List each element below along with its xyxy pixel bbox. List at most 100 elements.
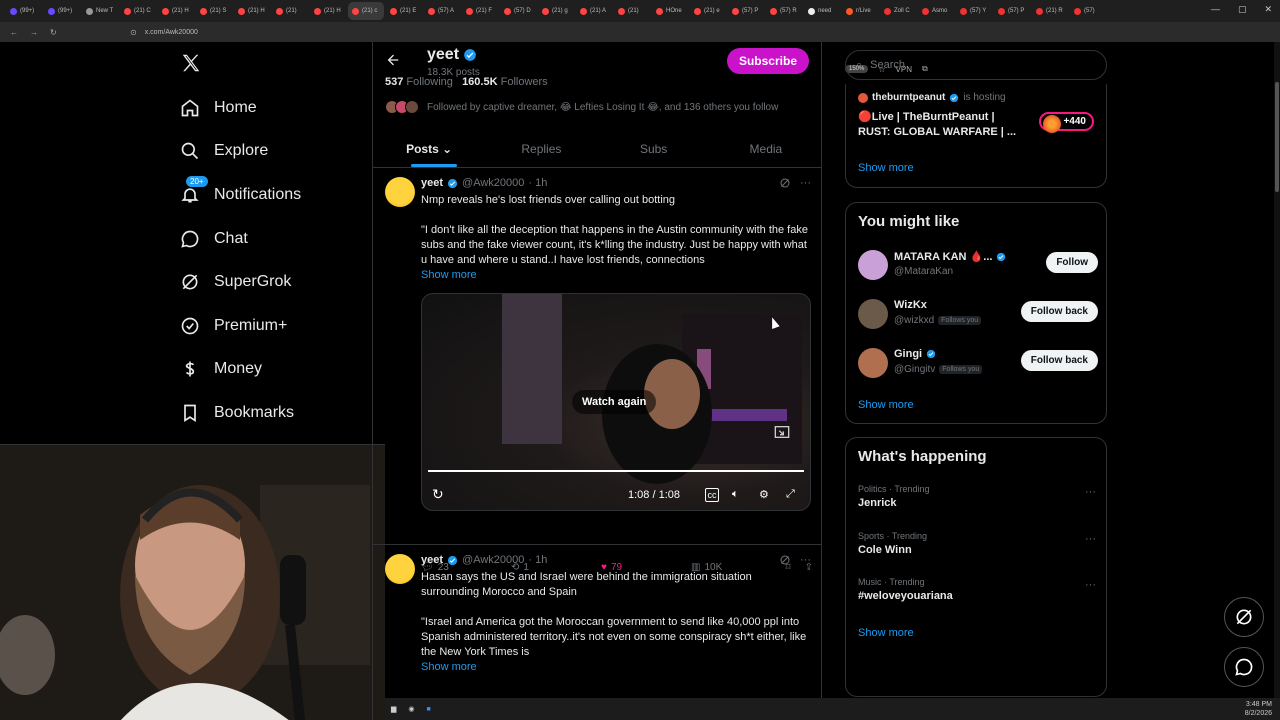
grok-fab-button[interactable] bbox=[1224, 597, 1264, 637]
avatar[interactable] bbox=[385, 554, 415, 584]
avatar[interactable] bbox=[858, 299, 888, 329]
browser-tab[interactable]: (21) E bbox=[386, 2, 422, 20]
user-name[interactable]: MATARA KAN 🩸... bbox=[894, 250, 1006, 263]
tweet-time[interactable]: · 1h bbox=[528, 554, 547, 566]
following-count[interactable]: 537 bbox=[385, 76, 403, 88]
browser-tab[interactable]: (57) A bbox=[424, 2, 460, 20]
browser-tab[interactable]: Zoll C bbox=[880, 2, 916, 20]
browser-tab[interactable]: (21) e bbox=[690, 2, 726, 20]
user-handle[interactable]: @MataraKan bbox=[894, 266, 953, 277]
avatar[interactable] bbox=[385, 177, 415, 207]
search-box[interactable]: ⌕ Search bbox=[845, 50, 1107, 80]
tweet-handle[interactable]: @Awk20000 bbox=[462, 177, 524, 189]
grok-icon[interactable] bbox=[779, 177, 791, 189]
user-handle[interactable]: @wizkxd bbox=[894, 315, 934, 326]
back-arrow-icon[interactable] bbox=[385, 52, 401, 68]
nav-item-explore[interactable]: Explore bbox=[170, 130, 301, 174]
browser-tab[interactable]: (21) A bbox=[576, 2, 612, 20]
volume-icon[interactable]: 🔈︎ bbox=[732, 488, 746, 502]
nav-item-notifications[interactable]: 20+ Notifications bbox=[170, 173, 301, 217]
follow-button[interactable]: Follow back bbox=[1020, 301, 1098, 322]
scrollbar-thumb[interactable] bbox=[1275, 82, 1279, 192]
browser-tab[interactable]: (57) P bbox=[994, 2, 1030, 20]
video-progress-bar[interactable] bbox=[428, 470, 804, 472]
browser-tab[interactable]: (21) S bbox=[196, 2, 232, 20]
reload-icon[interactable]: ↻ bbox=[50, 28, 57, 37]
browser-tab[interactable]: (21) F bbox=[462, 2, 498, 20]
browser-tab[interactable]: (57) P bbox=[728, 2, 764, 20]
tab-media[interactable]: Media bbox=[710, 132, 821, 167]
browser-tab[interactable]: Asmo bbox=[918, 2, 954, 20]
follow-button[interactable]: Follow bbox=[1046, 252, 1098, 273]
maximize-icon[interactable]: ▢ bbox=[1238, 4, 1247, 15]
close-icon[interactable]: ✕ bbox=[1264, 4, 1272, 15]
trend-item[interactable]: Politics · Trending Jenrick ··· bbox=[858, 484, 1096, 509]
settings-gear-icon[interactable]: ⚙ bbox=[759, 488, 773, 502]
show-more-link[interactable]: Show more bbox=[421, 661, 477, 673]
video-player[interactable]: Watch again ↻ 1:08 / 1:08 cc 🔈︎ ⚙ ⤢ bbox=[421, 293, 811, 511]
browser-tab[interactable]: (99+) bbox=[44, 2, 80, 20]
browser-tab[interactable]: (57) Y bbox=[956, 2, 992, 20]
tweet-time[interactable]: · 1h bbox=[528, 177, 547, 189]
browser-tab[interactable]: (21) R bbox=[1032, 2, 1068, 20]
browser-tab[interactable]: (21) H bbox=[234, 2, 270, 20]
more-options-icon[interactable]: ··· bbox=[1085, 579, 1096, 591]
minimize-icon[interactable]: — bbox=[1211, 4, 1220, 15]
nav-item-chat[interactable]: Chat bbox=[170, 217, 301, 261]
avatar[interactable] bbox=[858, 250, 888, 280]
live-listeners-pill[interactable]: +440 bbox=[1039, 112, 1094, 133]
suggested-user[interactable]: Gingi @Gingitv Follows you Follow back bbox=[858, 346, 1098, 382]
x-logo-icon[interactable] bbox=[180, 52, 202, 74]
browser-tab[interactable]: r/Live bbox=[842, 2, 878, 20]
steam-icon[interactable]: ◉ bbox=[408, 705, 414, 713]
replay-icon[interactable]: ↻ bbox=[432, 486, 444, 503]
browser-tab[interactable]: (57) R bbox=[766, 2, 802, 20]
search-input[interactable]: Search bbox=[870, 59, 905, 71]
followers-label[interactable]: Followers bbox=[501, 76, 548, 88]
user-name[interactable]: Gingi bbox=[894, 348, 936, 360]
more-options-icon[interactable]: ··· bbox=[800, 554, 811, 566]
captions-icon[interactable]: cc bbox=[705, 487, 719, 502]
following-label[interactable]: Following bbox=[406, 76, 452, 88]
show-more-link[interactable]: Show more bbox=[858, 627, 914, 639]
url-field[interactable]: x.com/Awk20000 bbox=[145, 29, 198, 36]
followed-by-row[interactable]: Followed by captive dreamer, 😂 Lefties L… bbox=[385, 100, 778, 114]
browser-tab[interactable]: (57) bbox=[1070, 2, 1106, 20]
tweet-author-name[interactable]: yeet bbox=[421, 554, 443, 566]
browser-tab[interactable]: (99+) bbox=[6, 2, 42, 20]
watch-again-button[interactable]: Watch again bbox=[572, 390, 657, 414]
suggested-user[interactable]: MATARA KAN 🩸... @MataraKan Follow bbox=[858, 248, 1098, 284]
live-title[interactable]: 🔴Live | TheBurntPeanut | RUST: GLOBAL WA… bbox=[858, 110, 1028, 140]
tab-subs[interactable]: Subs bbox=[598, 132, 710, 167]
user-handle[interactable]: @Gingitv bbox=[894, 364, 935, 375]
nav-item-supergrok[interactable]: SuperGrok bbox=[170, 260, 301, 304]
browser-tab[interactable]: (21) H bbox=[158, 2, 194, 20]
show-more-link[interactable]: Show more bbox=[858, 399, 914, 411]
show-more-link[interactable]: Show more bbox=[421, 269, 477, 281]
site-info-icon[interactable]: ⊙ bbox=[130, 28, 137, 37]
live-host-name[interactable]: theburntpeanut bbox=[872, 92, 945, 103]
live-host-row[interactable]: theburntpeanut is hosting bbox=[858, 92, 1006, 103]
browser-tab[interactable]: (21) C bbox=[120, 2, 156, 20]
browser-tab[interactable]: need bbox=[804, 2, 840, 20]
browser-tab[interactable]: (57) D bbox=[500, 2, 536, 20]
tab-replies[interactable]: Replies bbox=[485, 132, 597, 167]
file-explorer-icon[interactable]: ▆ bbox=[391, 705, 396, 713]
avatar[interactable] bbox=[858, 348, 888, 378]
more-options-icon[interactable]: ··· bbox=[800, 177, 811, 189]
nav-item-bookmarks[interactable]: Bookmarks bbox=[170, 391, 301, 435]
forward-icon[interactable]: → bbox=[30, 28, 38, 37]
app-icon[interactable]: ■ bbox=[427, 706, 431, 713]
nav-item-premium[interactable]: Premium+ bbox=[170, 304, 301, 348]
suggested-user[interactable]: WizKx @wizkxd Follows you Follow back bbox=[858, 297, 1098, 333]
back-icon[interactable]: ← bbox=[10, 28, 18, 37]
subscribe-button[interactable]: Subscribe bbox=[726, 48, 809, 74]
user-name[interactable]: WizKx bbox=[894, 299, 927, 311]
browser-tab[interactable]: HOne bbox=[652, 2, 688, 20]
page-scrollbar[interactable] bbox=[1274, 42, 1280, 698]
clock[interactable]: 3:48 PM 8/2/2026 bbox=[1245, 700, 1272, 718]
browser-tab[interactable]: New T bbox=[82, 2, 118, 20]
tweet-author-name[interactable]: yeet bbox=[421, 177, 443, 189]
browser-tab[interactable]: (21) bbox=[272, 2, 308, 20]
messages-fab-button[interactable] bbox=[1224, 647, 1264, 687]
